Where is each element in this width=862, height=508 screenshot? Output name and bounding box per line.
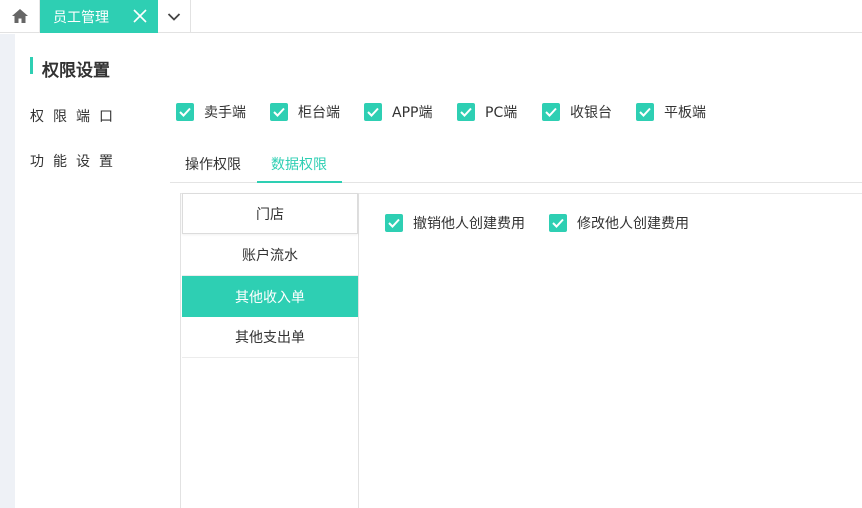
port-checkbox-label: 收银台 bbox=[570, 105, 612, 121]
port-checkbox-pc[interactable]: PC端 bbox=[457, 102, 517, 122]
checkbox-checked-icon bbox=[385, 214, 403, 232]
permission-checkbox-label: 撤销他人创建费用 bbox=[413, 216, 525, 232]
permission-checkbox-modify[interactable]: 修改他人创建费用 bbox=[549, 213, 689, 233]
port-checkbox-seller[interactable]: 卖手端 bbox=[176, 102, 246, 122]
category-item-other-income[interactable]: 其他收入单 bbox=[182, 276, 358, 317]
port-checkbox-label: APP端 bbox=[392, 105, 433, 121]
section-title-accent bbox=[30, 57, 33, 74]
checkbox-checked-icon bbox=[549, 214, 567, 232]
port-checkbox-tablet[interactable]: 平板端 bbox=[636, 102, 706, 122]
port-checkbox-cashier[interactable]: 收银台 bbox=[542, 102, 612, 122]
close-icon[interactable] bbox=[132, 8, 148, 24]
checkbox-checked-icon bbox=[364, 103, 382, 121]
category-item-other-expense[interactable]: 其他支出单 bbox=[182, 317, 358, 358]
chevron-down-icon bbox=[167, 12, 181, 21]
function-label: 功能设置 bbox=[30, 154, 122, 170]
tab-operation-permission[interactable]: 操作权限 bbox=[185, 154, 241, 174]
permission-checkbox-revoke[interactable]: 撤销他人创建费用 bbox=[385, 213, 525, 233]
port-checkbox-counter[interactable]: 柜台端 bbox=[270, 102, 340, 122]
section-title: 权限设置 bbox=[42, 61, 110, 81]
tab-label: 员工管理 bbox=[53, 9, 109, 26]
left-strip bbox=[0, 34, 15, 508]
port-checkbox-label: PC端 bbox=[485, 105, 518, 121]
active-tab-indicator bbox=[257, 181, 342, 183]
tab-employee-management[interactable]: 员工管理 bbox=[40, 0, 158, 33]
home-icon bbox=[11, 9, 28, 23]
port-checkbox-label: 卖手端 bbox=[204, 105, 246, 121]
checkbox-checked-icon bbox=[270, 103, 288, 121]
category-item-account-flow[interactable]: 账户流水 bbox=[182, 235, 358, 276]
home-button[interactable] bbox=[0, 0, 40, 32]
tab-data-permission[interactable]: 数据权限 bbox=[271, 154, 327, 174]
permission-checkbox-label: 修改他人创建费用 bbox=[577, 216, 689, 232]
checkbox-checked-icon bbox=[176, 103, 194, 121]
category-item-store[interactable]: 门店 bbox=[182, 193, 358, 234]
tab-dropdown-button[interactable] bbox=[158, 0, 191, 33]
port-checkbox-app[interactable]: APP端 bbox=[364, 102, 432, 122]
category-list: 门店 账户流水 其他收入单 其他支出单 bbox=[180, 193, 359, 508]
checkbox-checked-icon bbox=[542, 103, 560, 121]
checkbox-checked-icon bbox=[457, 103, 475, 121]
port-checkbox-label: 平板端 bbox=[664, 105, 706, 121]
checkbox-checked-icon bbox=[636, 103, 654, 121]
port-label: 权限端口 bbox=[30, 109, 122, 125]
tab-bar: 员工管理 bbox=[0, 0, 862, 33]
port-checkbox-label: 柜台端 bbox=[298, 105, 340, 121]
